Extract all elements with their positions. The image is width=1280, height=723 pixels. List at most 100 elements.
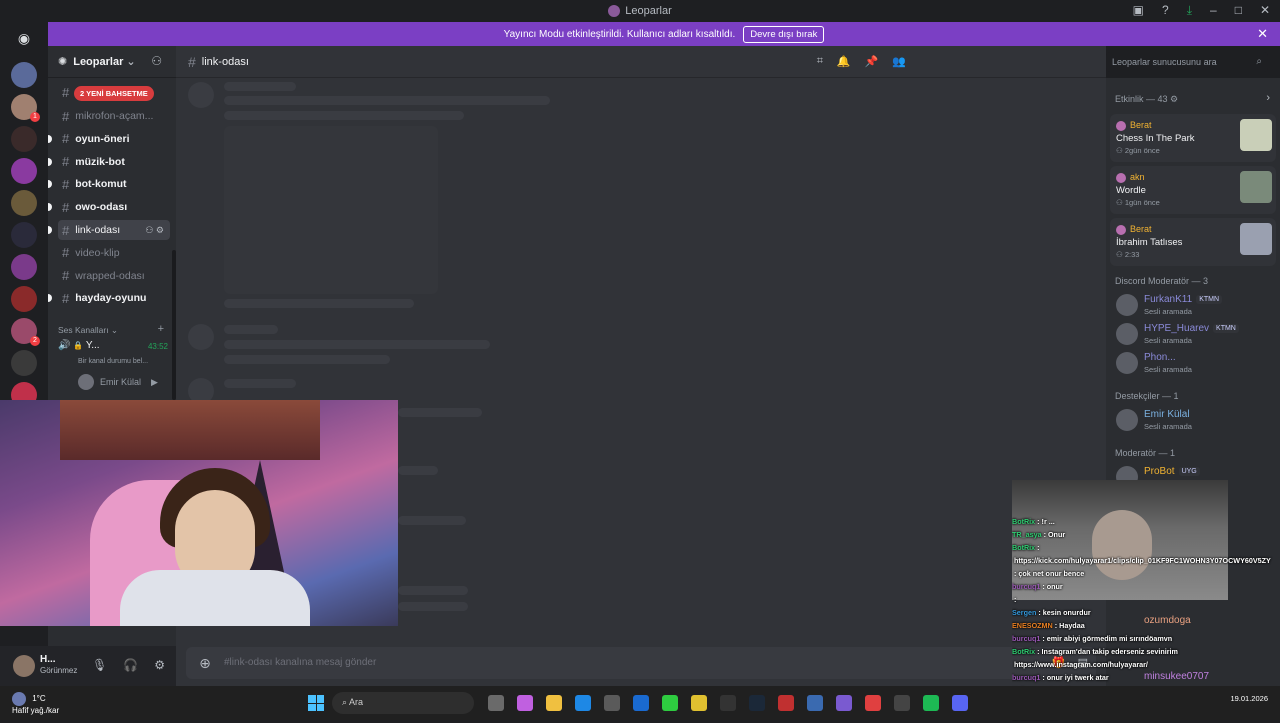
chevron-right-icon[interactable]: › xyxy=(1266,92,1270,104)
maximize-icon[interactable]: □ xyxy=(1235,3,1242,18)
channel-item[interactable]: # müzik-bot xyxy=(48,152,170,172)
server-icon[interactable] xyxy=(11,222,37,248)
server-icon[interactable] xyxy=(11,62,37,88)
bell-icon[interactable]: 🔔 xyxy=(837,55,851,68)
hash-icon: # xyxy=(62,108,70,124)
xbox-icon[interactable] xyxy=(662,695,678,711)
taskbar-search[interactable]: ⌕ Ara xyxy=(332,692,474,714)
message-composer[interactable]: ⊕ #link-odası kanalına mesaj gönder 🎁 ▤ xyxy=(186,647,1096,679)
inbox-icon[interactable]: ▣ xyxy=(1133,3,1144,18)
minimize-icon[interactable]: – xyxy=(1210,3,1217,18)
hash-icon: # xyxy=(62,176,70,192)
members-icon[interactable]: 👥 xyxy=(892,55,906,68)
voice-timer: 43:52 xyxy=(147,342,168,351)
server-icon[interactable]: 1 xyxy=(11,94,40,122)
pin-icon[interactable]: 📌 xyxy=(865,55,879,68)
gear-icon[interactable]: ⚙ xyxy=(154,658,165,672)
channel-item[interactable]: # hayday-oyunu xyxy=(48,288,170,308)
download-icon[interactable]: ⤓ xyxy=(1187,3,1192,18)
microphone-icon[interactable]: 🎙 xyxy=(92,658,107,672)
add-attachment-icon[interactable]: ⊕ xyxy=(196,654,214,672)
member-tag: UYG xyxy=(1178,466,1200,476)
unread-indicator xyxy=(48,180,52,189)
member-item[interactable]: HYPE_Huarev KTMN Sesli aramada xyxy=(1116,321,1276,349)
app-icon[interactable] xyxy=(894,695,910,711)
server-icon[interactable]: 2 xyxy=(11,318,40,346)
add-channel-icon[interactable]: + xyxy=(158,323,164,335)
skeleton-line xyxy=(398,586,468,595)
member-tag: KTMN xyxy=(1196,294,1223,304)
chat-message: ENESOZMN: Haydaa xyxy=(1012,619,1280,632)
channel-item[interactable]: # bot-komut xyxy=(48,174,170,194)
chat-message: burcuq1: onur xyxy=(1012,580,1280,593)
voice-channel[interactable]: 🔊 🔒 Y... 43:52 xyxy=(58,340,168,351)
app-icon[interactable] xyxy=(778,695,794,711)
message-input[interactable]: #link-odası kanalına mesaj gönder xyxy=(224,657,376,668)
start-button[interactable] xyxy=(308,695,324,711)
server-icon[interactable] xyxy=(11,350,37,376)
activity-card[interactable]: akn Wordle ⚇ 1gün önce xyxy=(1110,166,1276,214)
close-window-icon[interactable]: ✕ xyxy=(1260,3,1270,18)
channel-item[interactable]: # link-odası ⚇ ⚙ xyxy=(48,220,170,240)
chrome-icon[interactable] xyxy=(691,695,707,711)
member-name: HYPE_Huarev KTMN xyxy=(1144,323,1239,334)
spotify-icon[interactable] xyxy=(923,695,939,711)
task-view-icon[interactable] xyxy=(488,695,504,711)
store-icon[interactable] xyxy=(604,695,620,711)
activity-card[interactable]: Berat İbrahim Tatlıses ⚇ 2:33 xyxy=(1110,218,1276,266)
member-item[interactable]: FurkanK11 KTMN Sesli aramada xyxy=(1116,292,1276,320)
app-icon[interactable] xyxy=(807,695,823,711)
server-icon[interactable] xyxy=(11,190,37,216)
steam-icon[interactable] xyxy=(749,695,765,711)
app-icon[interactable] xyxy=(836,695,852,711)
server-icon[interactable] xyxy=(11,126,37,152)
invite-icon[interactable]: ⚇ xyxy=(145,225,153,235)
channel-item[interactable]: # video-klip xyxy=(58,243,170,263)
threads-icon[interactable]: ⌗ xyxy=(817,55,823,68)
skeleton-line xyxy=(398,602,468,611)
help-icon[interactable]: ? xyxy=(1162,3,1169,18)
server-icon[interactable] xyxy=(11,158,37,184)
epic-games-icon[interactable] xyxy=(720,695,736,711)
close-icon[interactable]: ✕ xyxy=(1257,26,1268,42)
avatar[interactable] xyxy=(13,655,35,677)
server-header[interactable]: ✺ Leoparlar ⌄ ⚇ xyxy=(48,46,176,78)
channel-item[interactable]: # oyun-öneri xyxy=(48,129,170,149)
disable-streamer-mode-button[interactable]: Devre dışı bırak xyxy=(743,25,825,43)
weather-widget[interactable]: 1°C Hafif yağ./kar xyxy=(12,692,59,715)
chat-text: https://kick.com/hulyayarar1/clips/clip_… xyxy=(1014,556,1271,565)
gear-icon[interactable]: ⚙ xyxy=(156,225,164,235)
chat-text: : onur xyxy=(1042,582,1063,591)
channel-item[interactable]: # owo-odası xyxy=(48,197,170,217)
skeleton-image xyxy=(224,126,438,294)
member-item[interactable]: Phon... Sesli aramada xyxy=(1116,350,1276,378)
voice-user[interactable]: Emir Külal ▶ xyxy=(78,374,158,390)
edge-icon[interactable] xyxy=(575,695,591,711)
headphones-icon[interactable]: 🎧 xyxy=(123,658,138,672)
channel-item[interactable]: # wrapped-odası xyxy=(58,266,170,286)
channel-item[interactable]: # mikrofon-açam... xyxy=(58,106,170,126)
member-item[interactable]: Emir Külal Sesli aramada xyxy=(1116,407,1276,435)
server-icon[interactable] xyxy=(11,254,37,280)
new-mentions-pill[interactable]: 2 YENİ BAHSETME xyxy=(74,86,154,101)
discord-icon[interactable] xyxy=(952,695,968,711)
activity-card[interactable]: Berat Chess In The Park ⚇ 2gün önce xyxy=(1110,114,1276,162)
avatar xyxy=(1116,294,1138,316)
app-icon[interactable] xyxy=(865,695,881,711)
clock[interactable]: 19.01.2026 xyxy=(1230,694,1268,703)
voice-section-header[interactable]: Ses Kanalları ⌄ xyxy=(58,325,118,336)
server-icon[interactable] xyxy=(11,286,37,312)
skeleton-line xyxy=(224,96,550,105)
chat-message: https://www.instagram.com/hulyayarar/ xyxy=(1012,658,1280,671)
copilot-icon[interactable] xyxy=(517,695,533,711)
chat-text: : kesin onurdur xyxy=(1038,608,1091,617)
search-input[interactable]: Leoparlar sunucusunu ara ⌕ xyxy=(1106,52,1268,72)
file-explorer-icon[interactable] xyxy=(546,695,562,711)
voice-channel-status[interactable]: Bir kanal durumu bel... xyxy=(78,358,148,365)
add-member-icon[interactable]: ⚇ xyxy=(151,54,162,68)
discord-home-icon[interactable]: ◉ xyxy=(12,30,36,48)
chat-username: BotRix xyxy=(1012,517,1036,526)
mention-badge: 2 xyxy=(30,336,40,346)
outlook-icon[interactable] xyxy=(633,695,649,711)
skeleton-line xyxy=(398,408,482,417)
